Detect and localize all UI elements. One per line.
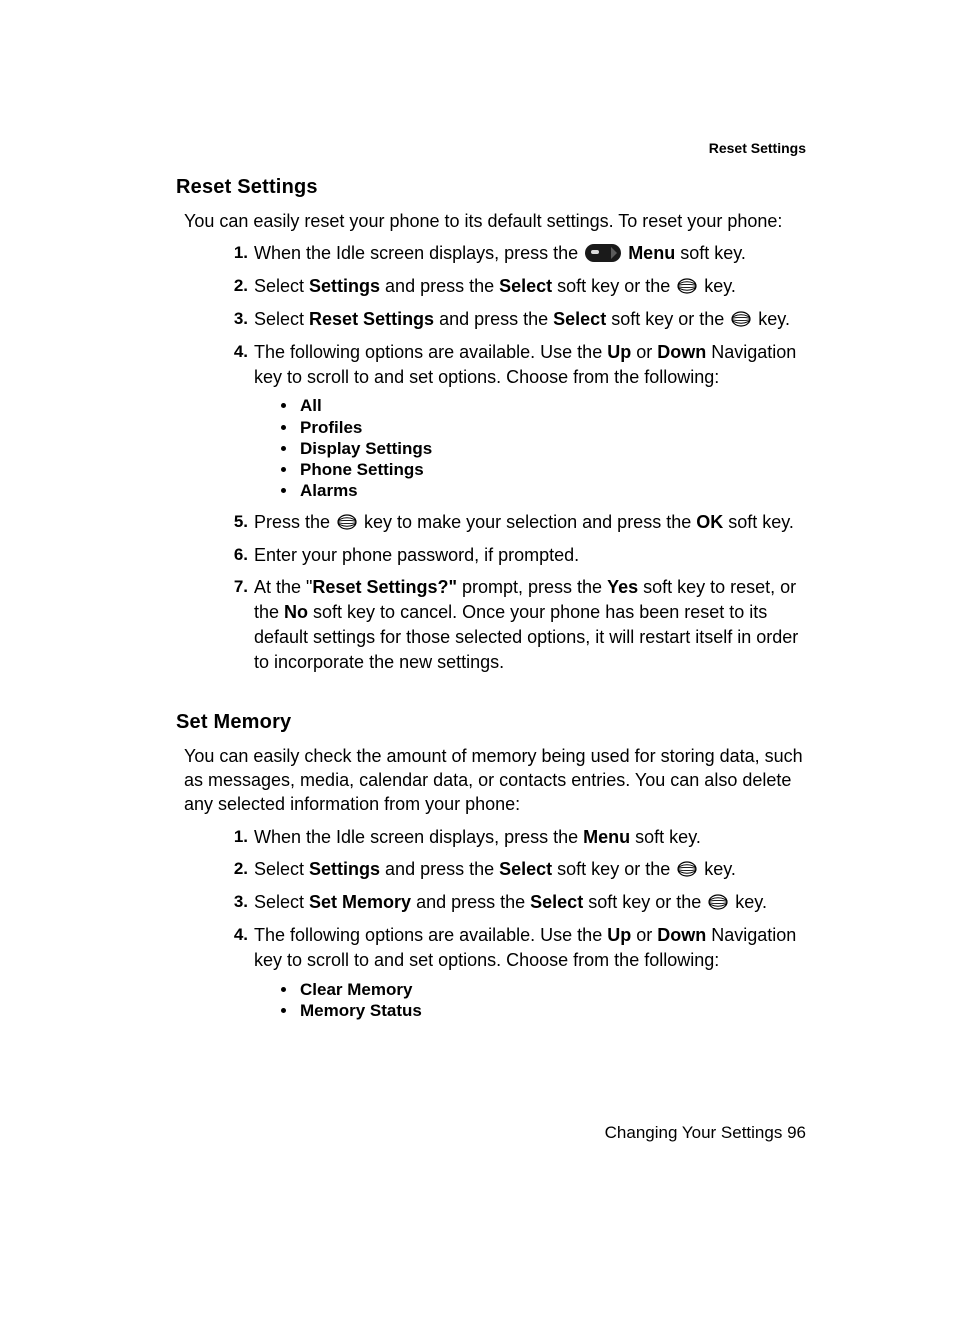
reset-step-4: 4. The following options are available. … [220, 340, 806, 502]
list-item: Memory Status [298, 1000, 806, 1021]
step-text: key. [699, 859, 736, 879]
reset-steps: 1. When the Idle screen displays, press … [220, 241, 806, 674]
memory-options-list: Clear Memory Memory Status [298, 979, 806, 1022]
ok-key-icon [677, 861, 697, 877]
list-item: Clear Memory [298, 979, 806, 1000]
step-number: 1. [220, 825, 248, 848]
list-item: Display Settings [298, 438, 806, 459]
step-number: 2. [220, 274, 248, 297]
memory-step-2: 2. Select Settings and press the Select … [220, 857, 806, 882]
step-text: soft key to cancel. Once your phone has … [254, 602, 798, 672]
step-text: At the " [254, 577, 312, 597]
ok-key-icon [708, 894, 728, 910]
up-label: Up [607, 342, 631, 362]
step-number: 2. [220, 857, 248, 880]
step-text: Enter your phone password, if prompted. [254, 545, 579, 565]
step-text: Press the [254, 512, 335, 532]
step-text: Select [254, 309, 309, 329]
step-text: The following options are available. Use… [254, 925, 607, 945]
down-label: Down [657, 342, 706, 362]
list-item: All [298, 395, 806, 416]
step-text: and press the [434, 309, 553, 329]
page-footer: Changing Your Settings 96 [176, 1123, 806, 1143]
softkey-icon [585, 244, 621, 262]
list-item: Phone Settings [298, 459, 806, 480]
step-text: soft key. [630, 827, 701, 847]
step-text: or [631, 925, 657, 945]
step-text: soft key. [723, 512, 794, 532]
ok-key-icon [731, 311, 751, 327]
step-text: Select [254, 859, 309, 879]
select-label: Select [530, 892, 583, 912]
step-number: 4. [220, 340, 248, 363]
step-text: key. [730, 892, 767, 912]
step-text: key. [699, 276, 736, 296]
reset-intro: You can easily reset your phone to its d… [184, 209, 806, 233]
reset-options-list: All Profiles Display Settings Phone Sett… [298, 395, 806, 501]
step-text: Select [254, 892, 309, 912]
step-text: key. [753, 309, 790, 329]
step-number: 5. [220, 510, 248, 533]
settings-label: Settings [309, 276, 380, 296]
ok-key-icon [677, 278, 697, 294]
step-number: 1. [220, 241, 248, 264]
step-text: When the Idle screen displays, press the [254, 243, 583, 263]
reset-step-7: 7. At the "Reset Settings?" prompt, pres… [220, 575, 806, 674]
footer-section: Changing Your Settings [605, 1123, 783, 1142]
reset-step-2: 2. Select Settings and press the Select … [220, 274, 806, 299]
step-text: soft key. [675, 243, 746, 263]
step-text: soft key or the [583, 892, 706, 912]
step-text: soft key or the [606, 309, 729, 329]
step-number: 4. [220, 923, 248, 946]
set-memory-label: Set Memory [309, 892, 411, 912]
step-text: prompt, press the [457, 577, 607, 597]
select-label: Select [553, 309, 606, 329]
memory-step-3: 3. Select Set Memory and press the Selec… [220, 890, 806, 915]
yes-label: Yes [607, 577, 638, 597]
reset-settings-prompt-label: Reset Settings?" [312, 577, 457, 597]
step-text: soft key or the [552, 276, 675, 296]
reset-step-6: 6. Enter your phone password, if prompte… [220, 543, 806, 568]
memory-step-4: 4. The following options are available. … [220, 923, 806, 1021]
memory-step-1: 1. When the Idle screen displays, press … [220, 825, 806, 850]
down-label: Down [657, 925, 706, 945]
step-text: When the Idle screen displays, press the [254, 827, 583, 847]
step-text: or [631, 342, 657, 362]
footer-page-number: 96 [787, 1123, 806, 1142]
ok-label: OK [696, 512, 723, 532]
step-text: and press the [380, 859, 499, 879]
step-text: soft key or the [552, 859, 675, 879]
page-body: Reset Settings Reset Settings You can ea… [176, 140, 806, 1029]
heading-set-memory: Set Memory [176, 711, 806, 734]
reset-step-5: 5. Press the key to make your selection … [220, 510, 806, 535]
no-label: No [284, 602, 308, 622]
list-item: Profiles [298, 417, 806, 438]
step-text: The following options are available. Use… [254, 342, 607, 362]
step-number: 6. [220, 543, 248, 566]
step-number: 3. [220, 307, 248, 330]
list-item: Alarms [298, 480, 806, 501]
step-text: Select [254, 276, 309, 296]
settings-label: Settings [309, 859, 380, 879]
select-label: Select [499, 859, 552, 879]
running-header: Reset Settings [709, 140, 806, 156]
step-number: 7. [220, 575, 248, 598]
step-number: 3. [220, 890, 248, 913]
ok-key-icon [337, 514, 357, 530]
reset-step-1: 1. When the Idle screen displays, press … [220, 241, 806, 266]
reset-step-3: 3. Select Reset Settings and press the S… [220, 307, 806, 332]
step-text: key to make your selection and press the [359, 512, 696, 532]
select-label: Select [499, 276, 552, 296]
up-label: Up [607, 925, 631, 945]
heading-reset-settings: Reset Settings [176, 176, 806, 199]
memory-steps: 1. When the Idle screen displays, press … [220, 825, 806, 1022]
menu-label: Menu [628, 243, 675, 263]
memory-intro: You can easily check the amount of memor… [184, 744, 806, 817]
step-text: and press the [380, 276, 499, 296]
step-text: and press the [411, 892, 530, 912]
reset-settings-label: Reset Settings [309, 309, 434, 329]
menu-label: Menu [583, 827, 630, 847]
